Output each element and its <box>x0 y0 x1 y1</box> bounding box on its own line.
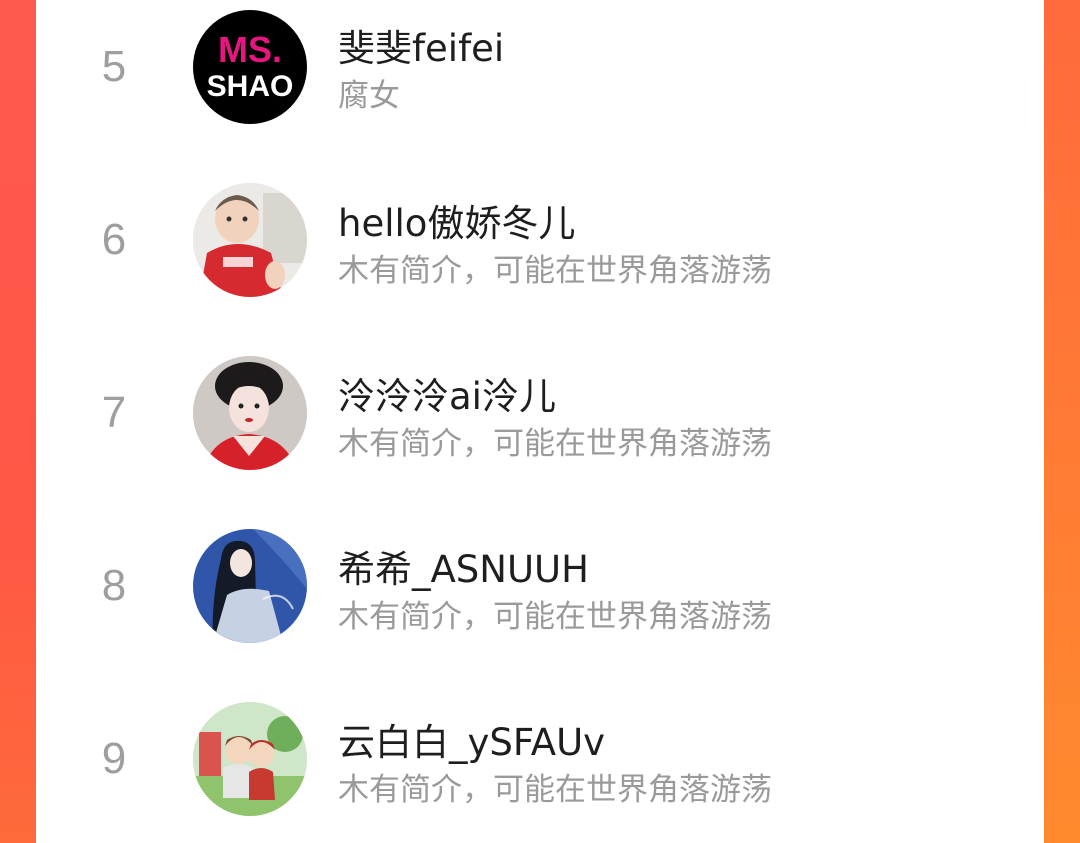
avatar[interactable]: MS. SHAO <box>193 10 307 124</box>
user-name[interactable]: 希希_ASNUUH <box>338 539 589 593</box>
svg-text:SHAO: SHAO <box>207 70 294 103</box>
rank-number: 9 <box>101 734 127 783</box>
user-description: 木有简介，可能在世界角落游荡 <box>338 772 772 808</box>
user-name[interactable]: 泠泠泠ai泠儿 <box>338 366 556 420</box>
user-description: 腐女 <box>338 78 400 114</box>
rank-number: 7 <box>101 388 127 437</box>
avatar[interactable] <box>193 702 307 816</box>
user-name[interactable]: 斐斐feifei <box>338 18 504 72</box>
ms-shao-logo-icon: MS. SHAO <box>193 10 307 124</box>
svg-text:MS.: MS. <box>218 29 282 70</box>
anime-girl-icon <box>193 529 307 643</box>
user-name[interactable]: 云白白_ySFAUv <box>338 712 605 766</box>
ranking-list: 5 MS. SHAO 斐斐feifei 腐女 6 hello傲娇冬儿 木有简介，… <box>36 0 1044 843</box>
avatar[interactable] <box>193 529 307 643</box>
list-item[interactable]: 8 希希_ASNUUH 木有简介，可能在世界角落游荡 <box>36 511 1044 661</box>
avatar[interactable] <box>193 183 307 297</box>
right-orange-border <box>1044 0 1080 843</box>
woman-portrait-icon <box>193 356 307 470</box>
left-orange-border <box>0 0 36 843</box>
list-item[interactable]: 9 云白白_ySFAUv 木有简介，可能在世界角落游荡 <box>36 684 1044 834</box>
user-description: 木有简介，可能在世界角落游荡 <box>338 426 772 462</box>
list-item[interactable]: 6 hello傲娇冬儿 木有简介，可能在世界角落游荡 <box>36 165 1044 315</box>
baby-photo-icon <box>193 183 307 297</box>
rank-number: 5 <box>101 42 127 91</box>
rank-number: 8 <box>101 561 127 610</box>
list-item[interactable]: 5 MS. SHAO 斐斐feifei 腐女 <box>36 0 1044 142</box>
user-description: 木有简介，可能在世界角落游荡 <box>338 599 772 635</box>
user-description: 木有简介，可能在世界角落游荡 <box>338 253 772 289</box>
rank-number: 6 <box>101 215 127 264</box>
user-name[interactable]: hello傲娇冬儿 <box>338 193 575 247</box>
cartoon-couple-icon <box>193 702 307 816</box>
list-item[interactable]: 7 泠泠泠ai泠儿 木有简介，可能在世界角落游荡 <box>36 338 1044 488</box>
avatar[interactable] <box>193 356 307 470</box>
